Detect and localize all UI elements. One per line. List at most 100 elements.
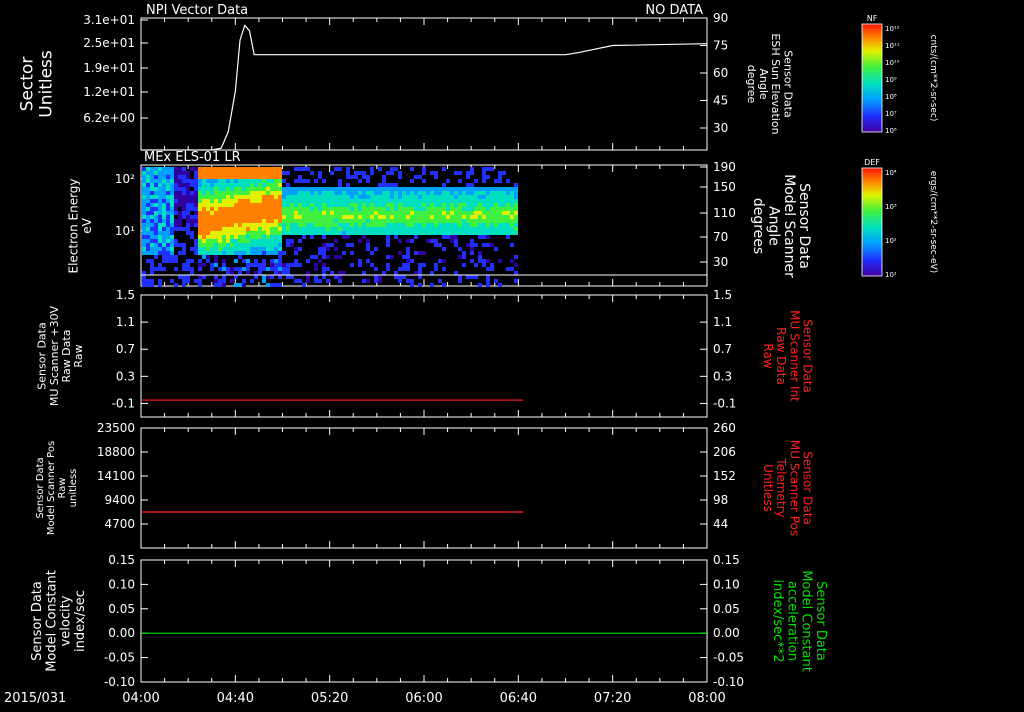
heatmap-cell	[402, 191, 406, 195]
heatmap-cell	[254, 211, 258, 215]
heatmap-cell	[494, 227, 498, 231]
heatmap-cell	[146, 187, 150, 191]
heatmap-cell	[474, 275, 478, 279]
heatmap-cell	[486, 227, 490, 231]
heatmap-cell	[226, 179, 230, 183]
heatmap-cell	[402, 207, 406, 211]
heatmap-cell	[206, 207, 210, 211]
heatmap-cell	[214, 203, 218, 207]
heatmap-cell	[478, 255, 482, 259]
heatmap-cell	[250, 243, 254, 247]
heatmap-cell	[378, 199, 382, 203]
heatmap-cell	[226, 227, 230, 231]
heatmap-cell	[330, 215, 334, 219]
heatmap-cell	[406, 199, 410, 203]
heatmap-cell	[270, 231, 274, 235]
heatmap-cell	[350, 175, 354, 179]
heatmap-cell	[334, 247, 338, 251]
heatmap-cell	[502, 215, 506, 219]
heatmap-cell	[246, 235, 250, 239]
heatmap-cell	[214, 187, 218, 191]
heatmap-cell	[206, 243, 210, 247]
heatmap-cell	[382, 179, 386, 183]
heatmap-cell	[278, 231, 282, 235]
heatmap-cell	[342, 235, 346, 239]
heatmap-cell	[366, 259, 370, 263]
heatmap-cell	[238, 247, 242, 251]
heatmap-cell	[406, 219, 410, 223]
heatmap-cell	[382, 271, 386, 275]
panel3-ylabel-right-line: Sensor Data	[801, 319, 815, 393]
heatmap-cell	[258, 239, 262, 243]
heatmap-cell	[330, 207, 334, 211]
heatmap-cell	[382, 227, 386, 231]
heatmap-cell	[486, 191, 490, 195]
heatmap-cell	[266, 247, 270, 251]
heatmap-cell	[458, 203, 462, 207]
heatmap-cell	[202, 275, 206, 279]
heatmap-cell	[450, 211, 454, 215]
heatmap-cell	[170, 255, 174, 259]
heatmap-cell	[446, 219, 450, 223]
heatmap-cell	[422, 195, 426, 199]
heatmap-cell	[146, 235, 150, 239]
y-tick-label-right: -0.1	[713, 396, 736, 410]
heatmap-cell	[202, 215, 206, 219]
heatmap-cell	[306, 211, 310, 215]
heatmap-cell	[314, 179, 318, 183]
heatmap-cell	[422, 199, 426, 203]
heatmap-cell	[250, 247, 254, 251]
heatmap-cell	[438, 207, 442, 211]
heatmap-cell	[214, 207, 218, 211]
heatmap-cell	[366, 279, 370, 283]
heatmap-cell	[406, 223, 410, 227]
heatmap-cell	[234, 275, 238, 279]
heatmap-cell	[258, 171, 262, 175]
heatmap-cell	[258, 195, 262, 199]
heatmap-cell	[446, 235, 450, 239]
heatmap-cell	[510, 215, 514, 219]
heatmap-cell	[402, 227, 406, 231]
heatmap-cell	[162, 203, 166, 207]
heatmap-cell	[410, 187, 414, 191]
heatmap-cell	[514, 195, 518, 199]
heatmap-cell	[270, 239, 274, 243]
heatmap-cell	[254, 271, 258, 275]
heatmap-cell	[254, 191, 258, 195]
heatmap-cell	[162, 251, 166, 255]
heatmap-cell	[506, 223, 510, 227]
heatmap-cell	[250, 167, 254, 171]
heatmap-cell	[226, 271, 230, 275]
heatmap-cell	[414, 187, 418, 191]
heatmap-cell	[454, 235, 458, 239]
heatmap-cell	[434, 239, 438, 243]
heatmap-cell	[442, 199, 446, 203]
heatmap-cell	[182, 183, 186, 187]
heatmap-cell	[378, 275, 382, 279]
heatmap-cell	[378, 187, 382, 191]
heatmap-cell	[166, 199, 170, 203]
heatmap-cell	[166, 167, 170, 171]
heatmap-cell	[514, 211, 518, 215]
heatmap-cell	[338, 219, 342, 223]
heatmap-cell	[238, 283, 242, 287]
heatmap-cell	[198, 231, 202, 235]
heatmap-cell	[450, 223, 454, 227]
y-tick-label-right: -0.05	[713, 651, 744, 665]
heatmap-cell	[406, 259, 410, 263]
heatmap-cell	[302, 203, 306, 207]
heatmap-cell	[490, 191, 494, 195]
heatmap-cell	[390, 211, 394, 215]
heatmap-cell	[462, 263, 466, 267]
heatmap-cell	[362, 187, 366, 191]
heatmap-cell	[262, 199, 266, 203]
heatmap-cell	[238, 187, 242, 191]
heatmap-cell	[270, 267, 274, 271]
heatmap-cell	[378, 183, 382, 187]
heatmap-cell	[298, 227, 302, 231]
heatmap-cell	[394, 183, 398, 187]
heatmap-cell	[150, 219, 154, 223]
heatmap-cell	[430, 203, 434, 207]
heatmap-cell	[442, 207, 446, 211]
heatmap-cell	[186, 191, 190, 195]
